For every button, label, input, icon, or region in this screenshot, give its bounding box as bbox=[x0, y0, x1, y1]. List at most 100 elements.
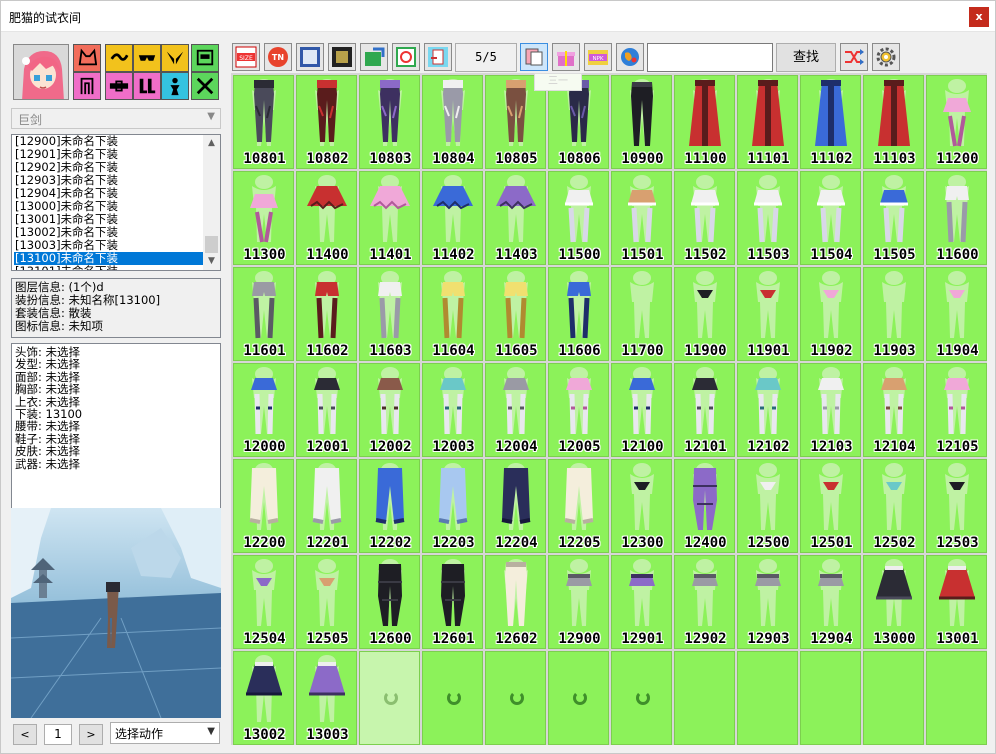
item-cell-12504[interactable]: 12504 bbox=[233, 555, 294, 649]
category-button-sunglasses[interactable] bbox=[133, 44, 161, 72]
category-button-crossed-swords[interactable] bbox=[191, 72, 219, 100]
item-cell-12904[interactable]: 12904 bbox=[800, 555, 861, 649]
item-cell-12005[interactable]: 12005 bbox=[548, 363, 609, 457]
item-cell-11600[interactable]: 11600 bbox=[926, 171, 987, 265]
item-cell-13000[interactable]: 13000 bbox=[863, 555, 924, 649]
item-cell-12601[interactable]: 12601 bbox=[422, 555, 483, 649]
item-cell-11200[interactable]: 11200 bbox=[926, 75, 987, 169]
scroll-thumb[interactable] bbox=[205, 236, 218, 253]
item-cell-12104[interactable]: 12104 bbox=[863, 363, 924, 457]
item-cell-11604[interactable]: 11604 bbox=[422, 267, 483, 361]
category-button-boots[interactable] bbox=[133, 72, 161, 100]
category-button-cat-ears[interactable] bbox=[73, 44, 101, 72]
item-cell-11103[interactable]: 11103 bbox=[863, 75, 924, 169]
copy-button[interactable] bbox=[520, 43, 548, 71]
item-cell-11400[interactable]: 11400 bbox=[296, 171, 357, 265]
category-button-belt[interactable] bbox=[105, 72, 133, 100]
item-cell-12203[interactable]: 12203 bbox=[422, 459, 483, 553]
category-button-robot-face[interactable] bbox=[191, 44, 219, 72]
item-cell-12400[interactable]: 12400 bbox=[674, 459, 735, 553]
item-cell-12503[interactable]: 12503 bbox=[926, 459, 987, 553]
item-cell-11102[interactable]: 11102 bbox=[800, 75, 861, 169]
item-cell-10900[interactable]: 10900 bbox=[611, 75, 672, 169]
refresh-button[interactable] bbox=[392, 43, 420, 71]
item-cell-13002[interactable]: 13002 bbox=[233, 651, 294, 745]
item-cell-11504[interactable]: 11504 bbox=[800, 171, 861, 265]
export-button[interactable] bbox=[360, 43, 388, 71]
item-cell-12201[interactable]: 12201 bbox=[296, 459, 357, 553]
list-item[interactable]: [12900]未命名下装 bbox=[14, 135, 204, 148]
item-cell-11902[interactable]: 11902 bbox=[800, 267, 861, 361]
item-cell-12602[interactable]: 12602 bbox=[485, 555, 546, 649]
shuffle-button[interactable] bbox=[840, 43, 868, 71]
action-select[interactable]: 选择动作 ▼ bbox=[110, 722, 220, 744]
list-item[interactable]: [13003]未命名下装 bbox=[14, 239, 204, 252]
settings-button[interactable] bbox=[872, 43, 900, 71]
list-item[interactable]: [13100]未命名下装 bbox=[14, 252, 204, 265]
item-cell-12003[interactable]: 12003 bbox=[422, 363, 483, 457]
item-cell-12204[interactable]: 12204 bbox=[485, 459, 546, 553]
list-item[interactable]: [13000]未命名下装 bbox=[14, 200, 204, 213]
item-cell-11501[interactable]: 11501 bbox=[611, 171, 672, 265]
item-cell-11900[interactable]: 11900 bbox=[674, 267, 735, 361]
list-item[interactable]: [13002]未命名下装 bbox=[14, 226, 204, 239]
list-item[interactable]: [13101]未命名下装 bbox=[14, 265, 204, 270]
page-number-field[interactable]: 1 bbox=[44, 724, 72, 745]
item-cell-10803[interactable]: 10803 bbox=[359, 75, 420, 169]
item-cell-11601[interactable]: 11601 bbox=[233, 267, 294, 361]
job-select[interactable]: 巨剑 ▼ bbox=[11, 108, 221, 129]
character-avatar[interactable] bbox=[13, 44, 69, 100]
item-cell-11605[interactable]: 11605 bbox=[485, 267, 546, 361]
item-cell-12205[interactable]: 12205 bbox=[548, 459, 609, 553]
item-cell-12903[interactable]: 12903 bbox=[737, 555, 798, 649]
item-cell-11502[interactable]: 11502 bbox=[674, 171, 735, 265]
item-cell-12102[interactable]: 12102 bbox=[737, 363, 798, 457]
list-item[interactable]: [12902]未命名下装 bbox=[14, 161, 204, 174]
item-cell-11101[interactable]: 11101 bbox=[737, 75, 798, 169]
item-cell-11505[interactable]: 11505 bbox=[863, 171, 924, 265]
item-cell-12900[interactable]: 12900 bbox=[548, 555, 609, 649]
category-button-wings[interactable] bbox=[161, 44, 189, 72]
item-cell-12002[interactable]: 12002 bbox=[359, 363, 420, 457]
item-cell-12902[interactable]: 12902 bbox=[674, 555, 735, 649]
next-page-button[interactable]: > bbox=[79, 724, 103, 745]
category-button-door[interactable] bbox=[73, 72, 101, 100]
item-cell-12300[interactable]: 12300 bbox=[611, 459, 672, 553]
import-button[interactable] bbox=[424, 43, 452, 71]
item-cell-10801[interactable]: 10801 bbox=[233, 75, 294, 169]
item-cell-12901[interactable]: 12901 bbox=[611, 555, 672, 649]
item-cell-11503[interactable]: 11503 bbox=[737, 171, 798, 265]
item-cell-11500[interactable]: 11500 bbox=[548, 171, 609, 265]
item-cell-10802[interactable]: 10802 bbox=[296, 75, 357, 169]
item-cell-11903[interactable]: 11903 bbox=[863, 267, 924, 361]
item-cell-12101[interactable]: 12101 bbox=[674, 363, 735, 457]
item-cell-13003[interactable]: 13003 bbox=[296, 651, 357, 745]
item-cell-10804[interactable]: 10804 bbox=[422, 75, 483, 169]
item-cell-12202[interactable]: 12202 bbox=[359, 459, 420, 553]
category-button-hair-swirl[interactable] bbox=[105, 44, 133, 72]
item-cell-12000[interactable]: 12000 bbox=[233, 363, 294, 457]
category-button-figure[interactable] bbox=[161, 72, 189, 100]
find-button[interactable]: 查找 bbox=[776, 43, 836, 72]
item-cell-13001[interactable]: 13001 bbox=[926, 555, 987, 649]
item-cell-12600[interactable]: 12600 bbox=[359, 555, 420, 649]
list-item[interactable]: [12901]未命名下装 bbox=[14, 148, 204, 161]
list-item[interactable]: [12903]未命名下装 bbox=[14, 174, 204, 187]
close-button[interactable]: x bbox=[969, 7, 989, 27]
item-cell-12505[interactable]: 12505 bbox=[296, 555, 357, 649]
scroll-up-icon[interactable]: ▲ bbox=[203, 135, 220, 152]
item-cell-12501[interactable]: 12501 bbox=[800, 459, 861, 553]
list-scrollbar[interactable]: ▲ ▼ bbox=[203, 135, 220, 270]
item-cell-11401[interactable]: 11401 bbox=[359, 171, 420, 265]
item-cell-11300[interactable]: 11300 bbox=[233, 171, 294, 265]
frame-button[interactable] bbox=[296, 43, 324, 71]
list-item[interactable]: [13001]未命名下装 bbox=[14, 213, 204, 226]
item-cell-12001[interactable]: 12001 bbox=[296, 363, 357, 457]
item-cell-11402[interactable]: 11402 bbox=[422, 171, 483, 265]
item-cell-12004[interactable]: 12004 bbox=[485, 363, 546, 457]
size-button[interactable]: SIZE bbox=[232, 43, 260, 71]
item-cell-12100[interactable]: 12100 bbox=[611, 363, 672, 457]
item-cell-11603[interactable]: 11603 bbox=[359, 267, 420, 361]
item-cell-11403[interactable]: 11403 bbox=[485, 171, 546, 265]
item-cell-12105[interactable]: 12105 bbox=[926, 363, 987, 457]
